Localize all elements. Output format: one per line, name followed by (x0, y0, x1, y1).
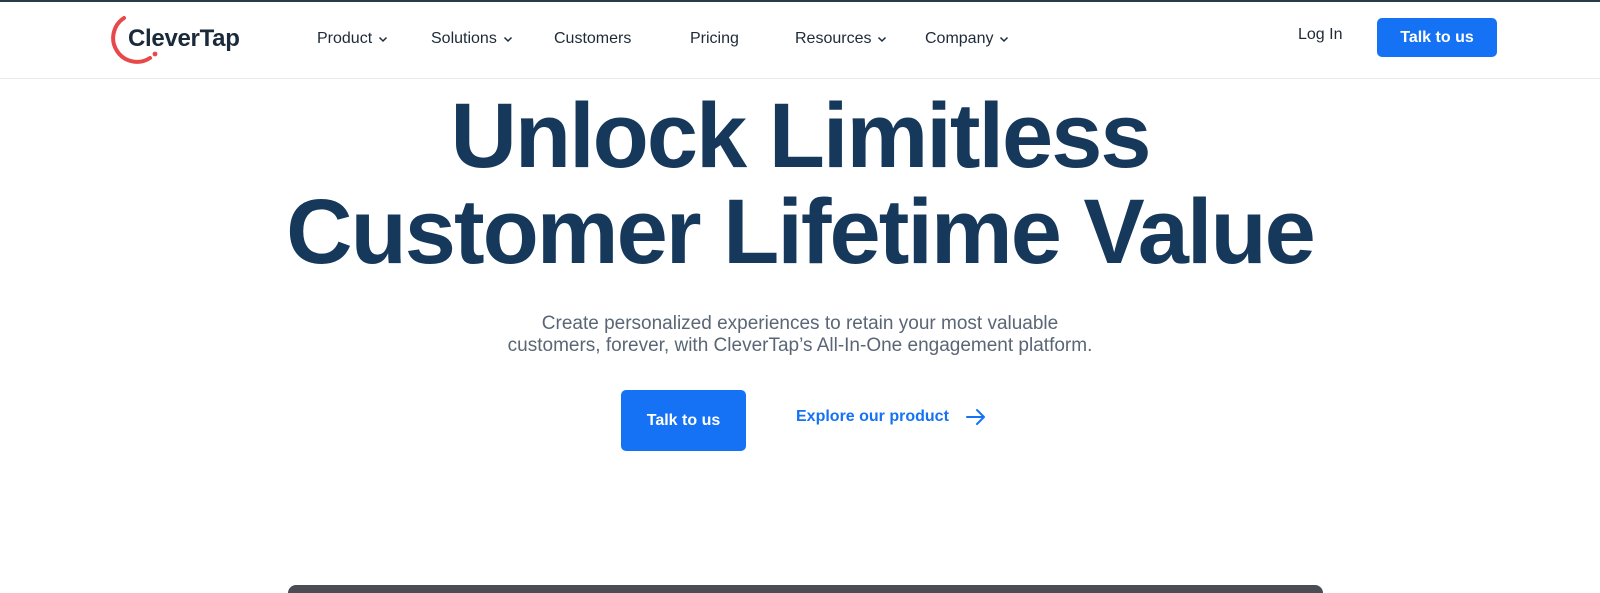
chevron-down-icon (379, 36, 388, 43)
hero-title: Unlock Limitless Customer Lifetime Value (0, 88, 1600, 280)
nav-item-label: Resources (795, 30, 872, 47)
nav-item-label: Solutions (431, 30, 497, 47)
nav-item-resources[interactable]: Resources (795, 24, 887, 54)
chevron-down-icon (503, 36, 512, 43)
nav-item-label: Company (925, 30, 994, 47)
nav-item-pricing[interactable]: Pricing (690, 24, 739, 54)
nav-item-label: Customers (554, 30, 632, 47)
hero-talk-to-us-button[interactable]: Talk to us (621, 390, 746, 451)
nav-item-product[interactable]: Product (317, 24, 388, 54)
arrow-right-icon (965, 409, 985, 425)
nav-item-label: Pricing (690, 30, 739, 47)
clevertap-logo[interactable]: CleverTap (110, 14, 250, 64)
hero-subtitle-line-2: customers, forever, with CleverTap’s All… (507, 335, 1093, 356)
nav-item-customers[interactable]: Customers (554, 24, 631, 54)
product-preview-image (288, 585, 1323, 593)
hero-title-line-2: Customer Lifetime Value (286, 181, 1316, 283)
site-header: CleverTap Product Solutions Customers Pr… (0, 2, 1600, 79)
explore-product-label: Explore our product (796, 408, 949, 425)
nav-item-label: Product (317, 30, 373, 47)
logo-wordmark: CleverTap (128, 25, 240, 52)
chevron-down-icon (878, 36, 887, 43)
chevron-down-icon (1000, 36, 1009, 43)
nav-item-company[interactable]: Company (925, 24, 1009, 54)
login-link[interactable]: Log In (1298, 26, 1342, 44)
header-talk-to-us-button[interactable]: Talk to us (1377, 18, 1497, 57)
hero-title-line-1: Unlock Limitless (450, 85, 1151, 187)
hero-subtitle: Create personalized experiences to retai… (0, 313, 1600, 357)
explore-product-link[interactable]: Explore our product (796, 408, 987, 426)
hero-subtitle-line-1: Create personalized experiences to retai… (541, 313, 1059, 334)
nav-item-solutions[interactable]: Solutions (431, 24, 513, 54)
